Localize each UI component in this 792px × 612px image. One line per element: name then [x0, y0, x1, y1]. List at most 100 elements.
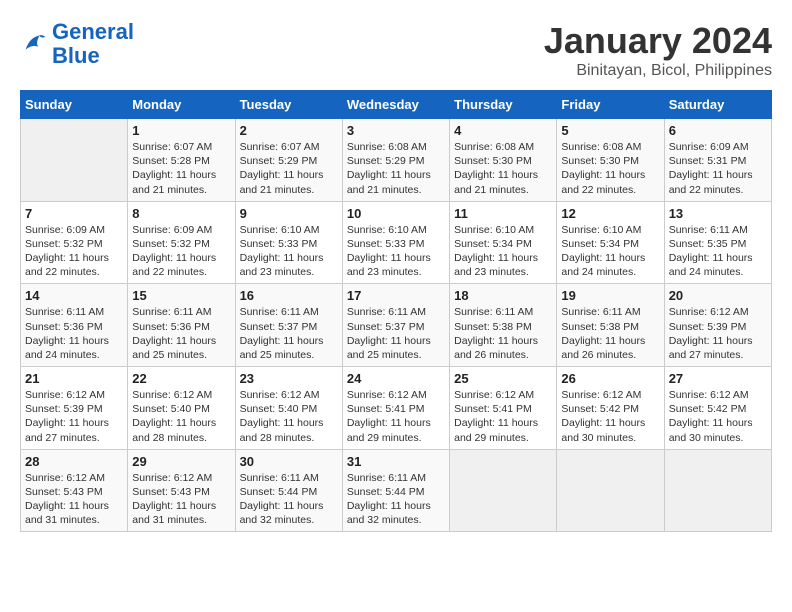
calendar-cell: 13 Sunrise: 6:11 AMSunset: 5:35 PMDayligh… — [664, 201, 771, 284]
calendar-cell: 22 Sunrise: 6:12 AMSunset: 5:40 PMDayligh… — [128, 367, 235, 450]
day-content: Sunrise: 6:11 AMSunset: 5:35 PMDaylight:… — [669, 223, 767, 280]
day-number: 25 — [454, 371, 552, 386]
calendar-cell: 7 Sunrise: 6:09 AMSunset: 5:32 PMDaylight… — [21, 201, 128, 284]
day-content: Sunrise: 6:07 AMSunset: 5:28 PMDaylight:… — [132, 140, 230, 197]
day-number: 20 — [669, 288, 767, 303]
calendar-cell: 27Sunrise: 6:12 AMSunset: 5:42 PMDayligh… — [664, 367, 771, 450]
calendar-cell: 17Sunrise: 6:11 AMSunset: 5:37 PMDayligh… — [342, 284, 449, 367]
logo: General Blue — [20, 20, 134, 68]
calendar-cell: 5 Sunrise: 6:08 AMSunset: 5:30 PMDaylight… — [557, 119, 664, 202]
title-section: January 2024 Binitayan, Bicol, Philippin… — [544, 20, 772, 80]
calendar-cell: 2Sunrise: 6:07 AMSunset: 5:29 PMDaylight… — [235, 119, 342, 202]
day-number: 6 — [669, 123, 767, 138]
day-content: Sunrise: 6:09 AMSunset: 5:32 PMDaylight:… — [25, 223, 123, 280]
calendar-cell: 3 Sunrise: 6:08 AMSunset: 5:29 PMDaylight… — [342, 119, 449, 202]
week-row-1: 1 Sunrise: 6:07 AMSunset: 5:28 PMDaylight… — [21, 119, 772, 202]
calendar-cell: 23 Sunrise: 6:12 AMSunset: 5:40 PMDayligh… — [235, 367, 342, 450]
calendar-cell: 16Sunrise: 6:11 AMSunset: 5:37 PMDayligh… — [235, 284, 342, 367]
day-content: Sunrise: 6:12 AMSunset: 5:39 PMDaylight:… — [25, 388, 123, 445]
header-cell-wednesday: Wednesday — [342, 91, 449, 119]
day-content: Sunrise: 6:12 AMSunset: 5:40 PMDaylight:… — [132, 388, 230, 445]
header-cell-monday: Monday — [128, 91, 235, 119]
calendar-cell: 15Sunrise: 6:11 AMSunset: 5:36 PMDayligh… — [128, 284, 235, 367]
calendar-cell — [21, 119, 128, 202]
day-number: 14 — [25, 288, 123, 303]
calendar-cell: 12 Sunrise: 6:10 AMSunset: 5:34 PMDayligh… — [557, 201, 664, 284]
calendar-cell: 11 Sunrise: 6:10 AMSunset: 5:34 PMDayligh… — [450, 201, 557, 284]
calendar-cell: 18Sunrise: 6:11 AMSunset: 5:38 PMDayligh… — [450, 284, 557, 367]
day-content: Sunrise: 6:12 AMSunset: 5:42 PMDaylight:… — [669, 388, 767, 445]
header-cell-thursday: Thursday — [450, 91, 557, 119]
day-content: Sunrise: 6:11 AMSunset: 5:38 PMDaylight:… — [561, 305, 659, 362]
day-content: Sunrise: 6:10 AMSunset: 5:33 PMDaylight:… — [240, 223, 338, 280]
week-row-3: 14 Sunrise: 6:11 AMSunset: 5:36 PMDayligh… — [21, 284, 772, 367]
calendar-body: 1 Sunrise: 6:07 AMSunset: 5:28 PMDaylight… — [21, 119, 772, 532]
day-number: 16 — [240, 288, 338, 303]
logo-bird-icon — [20, 30, 48, 58]
day-content: Sunrise: 6:11 AMSunset: 5:36 PMDaylight:… — [25, 305, 123, 362]
day-number: 10 — [347, 206, 445, 221]
day-number: 22 — [132, 371, 230, 386]
header-cell-friday: Friday — [557, 91, 664, 119]
day-content: Sunrise: 6:12 AMSunset: 5:40 PMDaylight:… — [240, 388, 338, 445]
day-number: 13 — [669, 206, 767, 221]
day-number: 15 — [132, 288, 230, 303]
calendar-table: SundayMondayTuesdayWednesdayThursdayFrid… — [20, 90, 772, 532]
day-number: 30 — [240, 454, 338, 469]
calendar-cell: 24Sunrise: 6:12 AMSunset: 5:41 PMDayligh… — [342, 367, 449, 450]
calendar-cell — [450, 449, 557, 532]
calendar-cell: 30Sunrise: 6:11 AMSunset: 5:44 PMDayligh… — [235, 449, 342, 532]
day-number: 5 — [561, 123, 659, 138]
day-number: 11 — [454, 206, 552, 221]
day-number: 9 — [240, 206, 338, 221]
calendar-cell: 14 Sunrise: 6:11 AMSunset: 5:36 PMDayligh… — [21, 284, 128, 367]
day-number: 18 — [454, 288, 552, 303]
calendar-cell — [557, 449, 664, 532]
day-content: Sunrise: 6:11 AMSunset: 5:44 PMDaylight:… — [347, 471, 445, 528]
day-content: Sunrise: 6:08 AMSunset: 5:30 PMDaylight:… — [561, 140, 659, 197]
calendar-cell: 31 Sunrise: 6:11 AMSunset: 5:44 PMDayligh… — [342, 449, 449, 532]
calendar-subtitle: Binitayan, Bicol, Philippines — [544, 62, 772, 80]
day-number: 26 — [561, 371, 659, 386]
day-number: 21 — [25, 371, 123, 386]
calendar-cell: 8Sunrise: 6:09 AMSunset: 5:32 PMDaylight… — [128, 201, 235, 284]
day-number: 12 — [561, 206, 659, 221]
day-content: Sunrise: 6:10 AMSunset: 5:34 PMDaylight:… — [454, 223, 552, 280]
day-content: Sunrise: 6:09 AMSunset: 5:31 PMDaylight:… — [669, 140, 767, 197]
day-number: 23 — [240, 371, 338, 386]
day-number: 7 — [25, 206, 123, 221]
header-cell-tuesday: Tuesday — [235, 91, 342, 119]
calendar-title: January 2024 — [544, 20, 772, 62]
calendar-cell: 20Sunrise: 6:12 AMSunset: 5:39 PMDayligh… — [664, 284, 771, 367]
calendar-cell: 19 Sunrise: 6:11 AMSunset: 5:38 PMDayligh… — [557, 284, 664, 367]
header-cell-sunday: Sunday — [21, 91, 128, 119]
day-number: 1 — [132, 123, 230, 138]
day-content: Sunrise: 6:12 AMSunset: 5:41 PMDaylight:… — [454, 388, 552, 445]
day-number: 28 — [25, 454, 123, 469]
day-number: 29 — [132, 454, 230, 469]
week-row-4: 21 Sunrise: 6:12 AMSunset: 5:39 PMDayligh… — [21, 367, 772, 450]
calendar-cell — [664, 449, 771, 532]
calendar-header: SundayMondayTuesdayWednesdayThursdayFrid… — [21, 91, 772, 119]
logo-text: General Blue — [52, 20, 134, 68]
day-content: Sunrise: 6:08 AMSunset: 5:30 PMDaylight:… — [454, 140, 552, 197]
day-number: 31 — [347, 454, 445, 469]
calendar-cell: 9 Sunrise: 6:10 AMSunset: 5:33 PMDaylight… — [235, 201, 342, 284]
day-content: Sunrise: 6:08 AMSunset: 5:29 PMDaylight:… — [347, 140, 445, 197]
calendar-cell: 29Sunrise: 6:12 AMSunset: 5:43 PMDayligh… — [128, 449, 235, 532]
day-content: Sunrise: 6:09 AMSunset: 5:32 PMDaylight:… — [132, 223, 230, 280]
day-number: 3 — [347, 123, 445, 138]
day-content: Sunrise: 6:10 AMSunset: 5:33 PMDaylight:… — [347, 223, 445, 280]
week-row-5: 28Sunrise: 6:12 AMSunset: 5:43 PMDayligh… — [21, 449, 772, 532]
week-row-2: 7 Sunrise: 6:09 AMSunset: 5:32 PMDaylight… — [21, 201, 772, 284]
day-content: Sunrise: 6:12 AMSunset: 5:42 PMDaylight:… — [561, 388, 659, 445]
day-number: 4 — [454, 123, 552, 138]
day-content: Sunrise: 6:12 AMSunset: 5:41 PMDaylight:… — [347, 388, 445, 445]
calendar-cell: 10 Sunrise: 6:10 AMSunset: 5:33 PMDayligh… — [342, 201, 449, 284]
page-header: General Blue January 2024 Binitayan, Bic… — [20, 20, 772, 80]
calendar-cell: 4 Sunrise: 6:08 AMSunset: 5:30 PMDaylight… — [450, 119, 557, 202]
day-number: 19 — [561, 288, 659, 303]
day-content: Sunrise: 6:10 AMSunset: 5:34 PMDaylight:… — [561, 223, 659, 280]
header-row: SundayMondayTuesdayWednesdayThursdayFrid… — [21, 91, 772, 119]
calendar-cell: 6 Sunrise: 6:09 AMSunset: 5:31 PMDaylight… — [664, 119, 771, 202]
